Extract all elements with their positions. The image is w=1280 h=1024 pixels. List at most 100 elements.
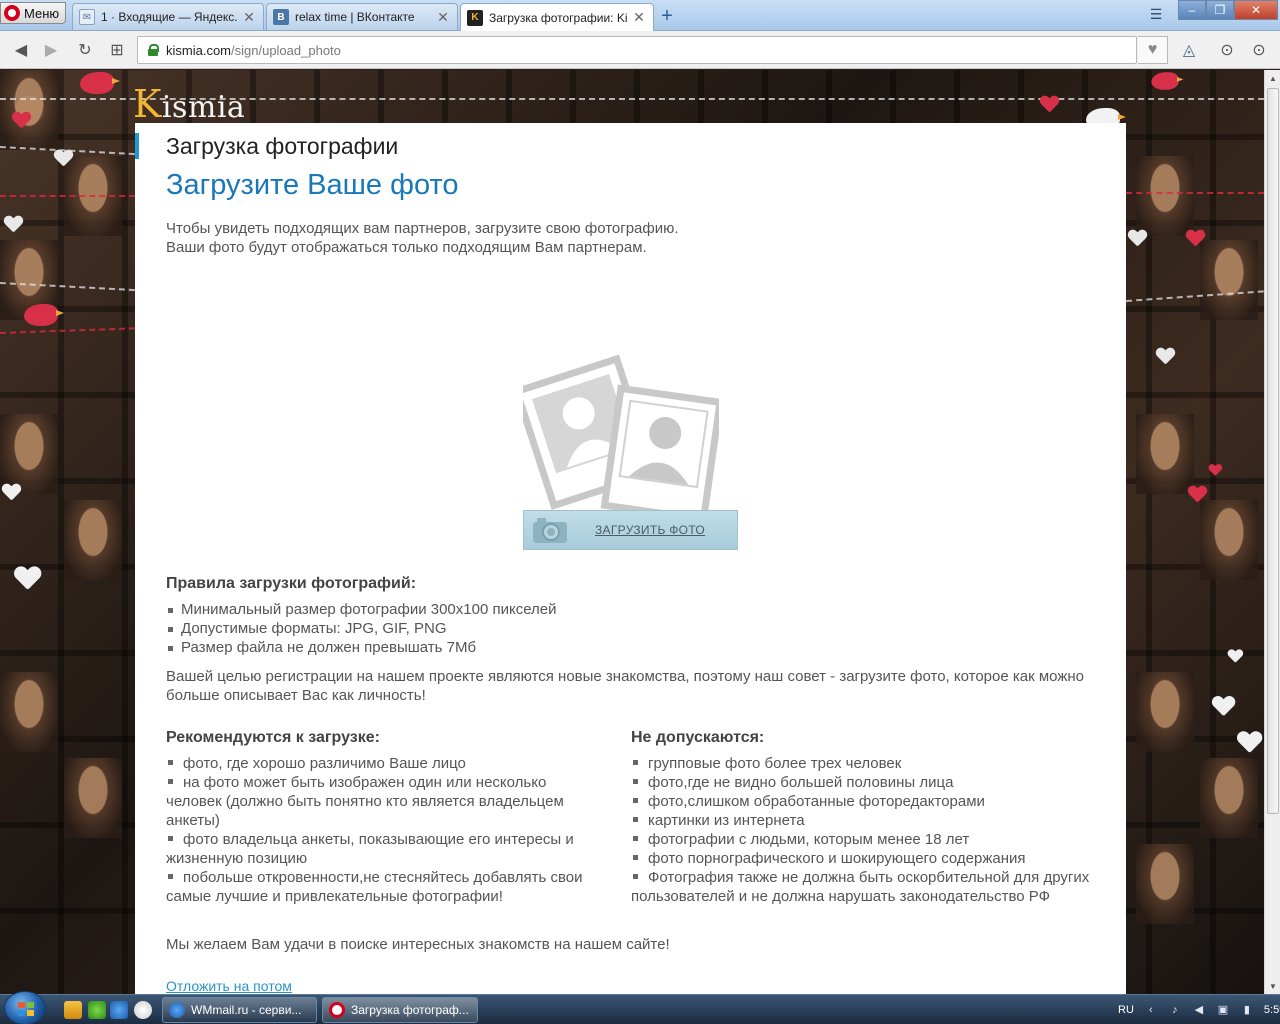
language-indicator[interactable]: RU xyxy=(1118,1004,1134,1016)
url-host: kismia.com xyxy=(166,42,232,58)
internet-explorer-icon xyxy=(169,1002,185,1018)
task-opera-kismia[interactable]: Загрузка фотограф... xyxy=(322,997,478,1023)
heart-icon xyxy=(1188,486,1206,502)
download-manager-icon[interactable]: ⊙ xyxy=(1248,39,1270,61)
page-scrollbar[interactable]: ▲ ▼ xyxy=(1264,70,1280,994)
recommended-title: Рекомендуются к загрузке: xyxy=(166,729,380,746)
kismia-icon: K xyxy=(467,9,483,26)
background-photo xyxy=(1136,672,1194,752)
new-tab-button[interactable]: + xyxy=(656,5,678,27)
speaker-icon[interactable]: ◀ xyxy=(1192,1003,1206,1017)
browser-tab-strip: Меню ✉ 1 · Входящие — Яндекс.П ✕ B relax… xyxy=(0,0,1280,31)
list-item: групповые фото более трех человек xyxy=(631,754,1101,773)
secure-lock-icon xyxy=(148,44,159,56)
opera-turbo-icon[interactable]: ◬ xyxy=(1178,39,1200,61)
bird-icon xyxy=(24,304,64,326)
heart-icon xyxy=(1237,732,1260,753)
system-tray: RU ‹ ♪ ◀ ▣ ▮ 5:59 xyxy=(1118,995,1280,1024)
list-item: Размер файла не должен превышать 7Мб xyxy=(166,638,1066,657)
bird-icon xyxy=(1151,72,1184,90)
postpone-link[interactable]: Отложить на потом xyxy=(166,978,292,994)
title-accent-bar xyxy=(135,133,139,159)
navigation-bar: ◀ ▶ ↻ ⊞ kismia.com/sign/upload_photo ♥ ◬… xyxy=(0,31,1280,69)
start-button[interactable] xyxy=(4,991,46,1024)
media-player-icon[interactable] xyxy=(64,1001,82,1019)
list-item: фото владельца анкеты, показывающие его … xyxy=(166,831,574,867)
url-path: /sign/upload_photo xyxy=(231,42,341,58)
tab-kismia[interactable]: K Загрузка фотографии: Ki ✕ xyxy=(460,3,654,31)
tab-yandex-mail[interactable]: ✉ 1 · Входящие — Яндекс.П ✕ xyxy=(72,3,264,30)
minimize-icon[interactable]: ‒ xyxy=(1178,0,1206,20)
background-photo xyxy=(1136,414,1194,494)
upload-button-label: ЗАГРУЗИТЬ ФОТО xyxy=(595,523,706,537)
heart-icon xyxy=(54,150,72,166)
heart-icon xyxy=(2,484,20,500)
close-tab-icon[interactable]: ✕ xyxy=(243,9,255,26)
heart-icon xyxy=(12,112,30,128)
photo-placeholder-icon xyxy=(512,353,724,524)
list-item: фото, где хорошо различимо Ваше лицо xyxy=(166,754,606,773)
close-window-icon[interactable]: ✕ xyxy=(1234,0,1278,20)
heart-icon xyxy=(1128,230,1146,246)
mail-icon: ✉ xyxy=(79,9,95,25)
heart-icon xyxy=(14,567,39,589)
reload-icon[interactable]: ↻ xyxy=(74,39,96,61)
page-title: Загрузка фотографии xyxy=(166,133,399,159)
tab-title: Загрузка фотографии: Ki xyxy=(489,10,627,25)
maximize-icon[interactable]: ❐ xyxy=(1206,0,1234,20)
list-item: Минимальный размер фотографии 300х100 пи… xyxy=(166,600,1066,619)
network-icon[interactable]: ▣ xyxy=(1216,1003,1230,1017)
decorative-garland xyxy=(0,195,135,197)
download-icon[interactable]: ⊙ xyxy=(1216,39,1238,61)
background-photo xyxy=(1136,844,1194,924)
advice-text: Вашей целью регистрации на нашем проекте… xyxy=(166,668,1084,704)
list-item: фотографии с людьми, которым менее 18 ле… xyxy=(631,830,1101,849)
yandex-browser-icon[interactable] xyxy=(134,1001,152,1019)
icq-icon[interactable] xyxy=(88,1001,106,1019)
kismia-logo[interactable]: Kismia xyxy=(133,82,245,126)
clock[interactable]: 5:59 xyxy=(1264,1004,1280,1016)
power-icon[interactable]: ▮ xyxy=(1240,1003,1254,1017)
heart-icon xyxy=(1228,650,1242,663)
task-wmmail[interactable]: WMmail.ru - серви... xyxy=(162,997,317,1023)
camera-icon xyxy=(532,516,568,544)
windows-logo-icon xyxy=(18,1002,34,1016)
background-photo xyxy=(1200,758,1258,838)
speed-dial-icon[interactable]: ⊞ xyxy=(106,39,128,61)
heart-icon xyxy=(1156,348,1174,364)
upload-photo-panel: Загрузка фотографии Загрузите Ваше фото … xyxy=(135,123,1126,994)
address-field[interactable]: kismia.com/sign/upload_photo xyxy=(137,36,1137,64)
close-tab-icon[interactable]: ✕ xyxy=(633,9,645,26)
forward-icon[interactable]: ▶ xyxy=(40,39,62,61)
page-viewport: Kismia Загрузка фотографии Загрузите Ваш… xyxy=(0,70,1264,994)
bookmark-heart-icon[interactable]: ♥ xyxy=(1138,36,1168,64)
background-photo xyxy=(64,758,122,838)
background-photo xyxy=(0,414,58,494)
back-icon[interactable]: ◀ xyxy=(10,39,32,61)
scrollbar-thumb[interactable] xyxy=(1267,88,1279,814)
close-tab-icon[interactable]: ✕ xyxy=(437,9,449,26)
heart-icon xyxy=(4,216,22,232)
heart-icon xyxy=(1209,464,1222,475)
internet-explorer-icon[interactable] xyxy=(110,1001,128,1019)
opera-menu-button[interactable]: Меню xyxy=(0,2,66,24)
menu-label: Меню xyxy=(24,5,60,21)
intro-text: Чтобы увидеть подходящих вам партнеров, … xyxy=(166,219,679,257)
tab-vkontakte[interactable]: B relax time | ВКонтакте ✕ xyxy=(266,3,458,30)
opera-logo-icon xyxy=(4,5,20,21)
background-photo xyxy=(1200,240,1258,320)
task-title: WMmail.ru - серви... xyxy=(191,1003,302,1017)
upload-photo-button[interactable]: ЗАГРУЗИТЬ ФОТО xyxy=(523,510,738,550)
vk-icon: B xyxy=(273,9,289,25)
tab-list-icon[interactable]: ☰ xyxy=(1144,6,1168,24)
intro-line: Чтобы увидеть подходящих вам партнеров, … xyxy=(166,220,679,237)
heart-icon xyxy=(1040,96,1058,112)
background-photo xyxy=(1136,156,1194,236)
scroll-down-icon[interactable]: ▼ xyxy=(1265,978,1280,994)
recommended-list: фото, где хорошо различимо Ваше лицо на … xyxy=(166,754,606,906)
list-item: фото,слишком обработанные фоторедакторам… xyxy=(631,792,1101,811)
scroll-up-icon[interactable]: ▲ xyxy=(1265,70,1280,86)
tray-expand-icon[interactable]: ‹ xyxy=(1144,1003,1158,1017)
tab-title: 1 · Входящие — Яндекс.П xyxy=(101,10,237,24)
volume-icon[interactable]: ♪ xyxy=(1168,1003,1182,1017)
